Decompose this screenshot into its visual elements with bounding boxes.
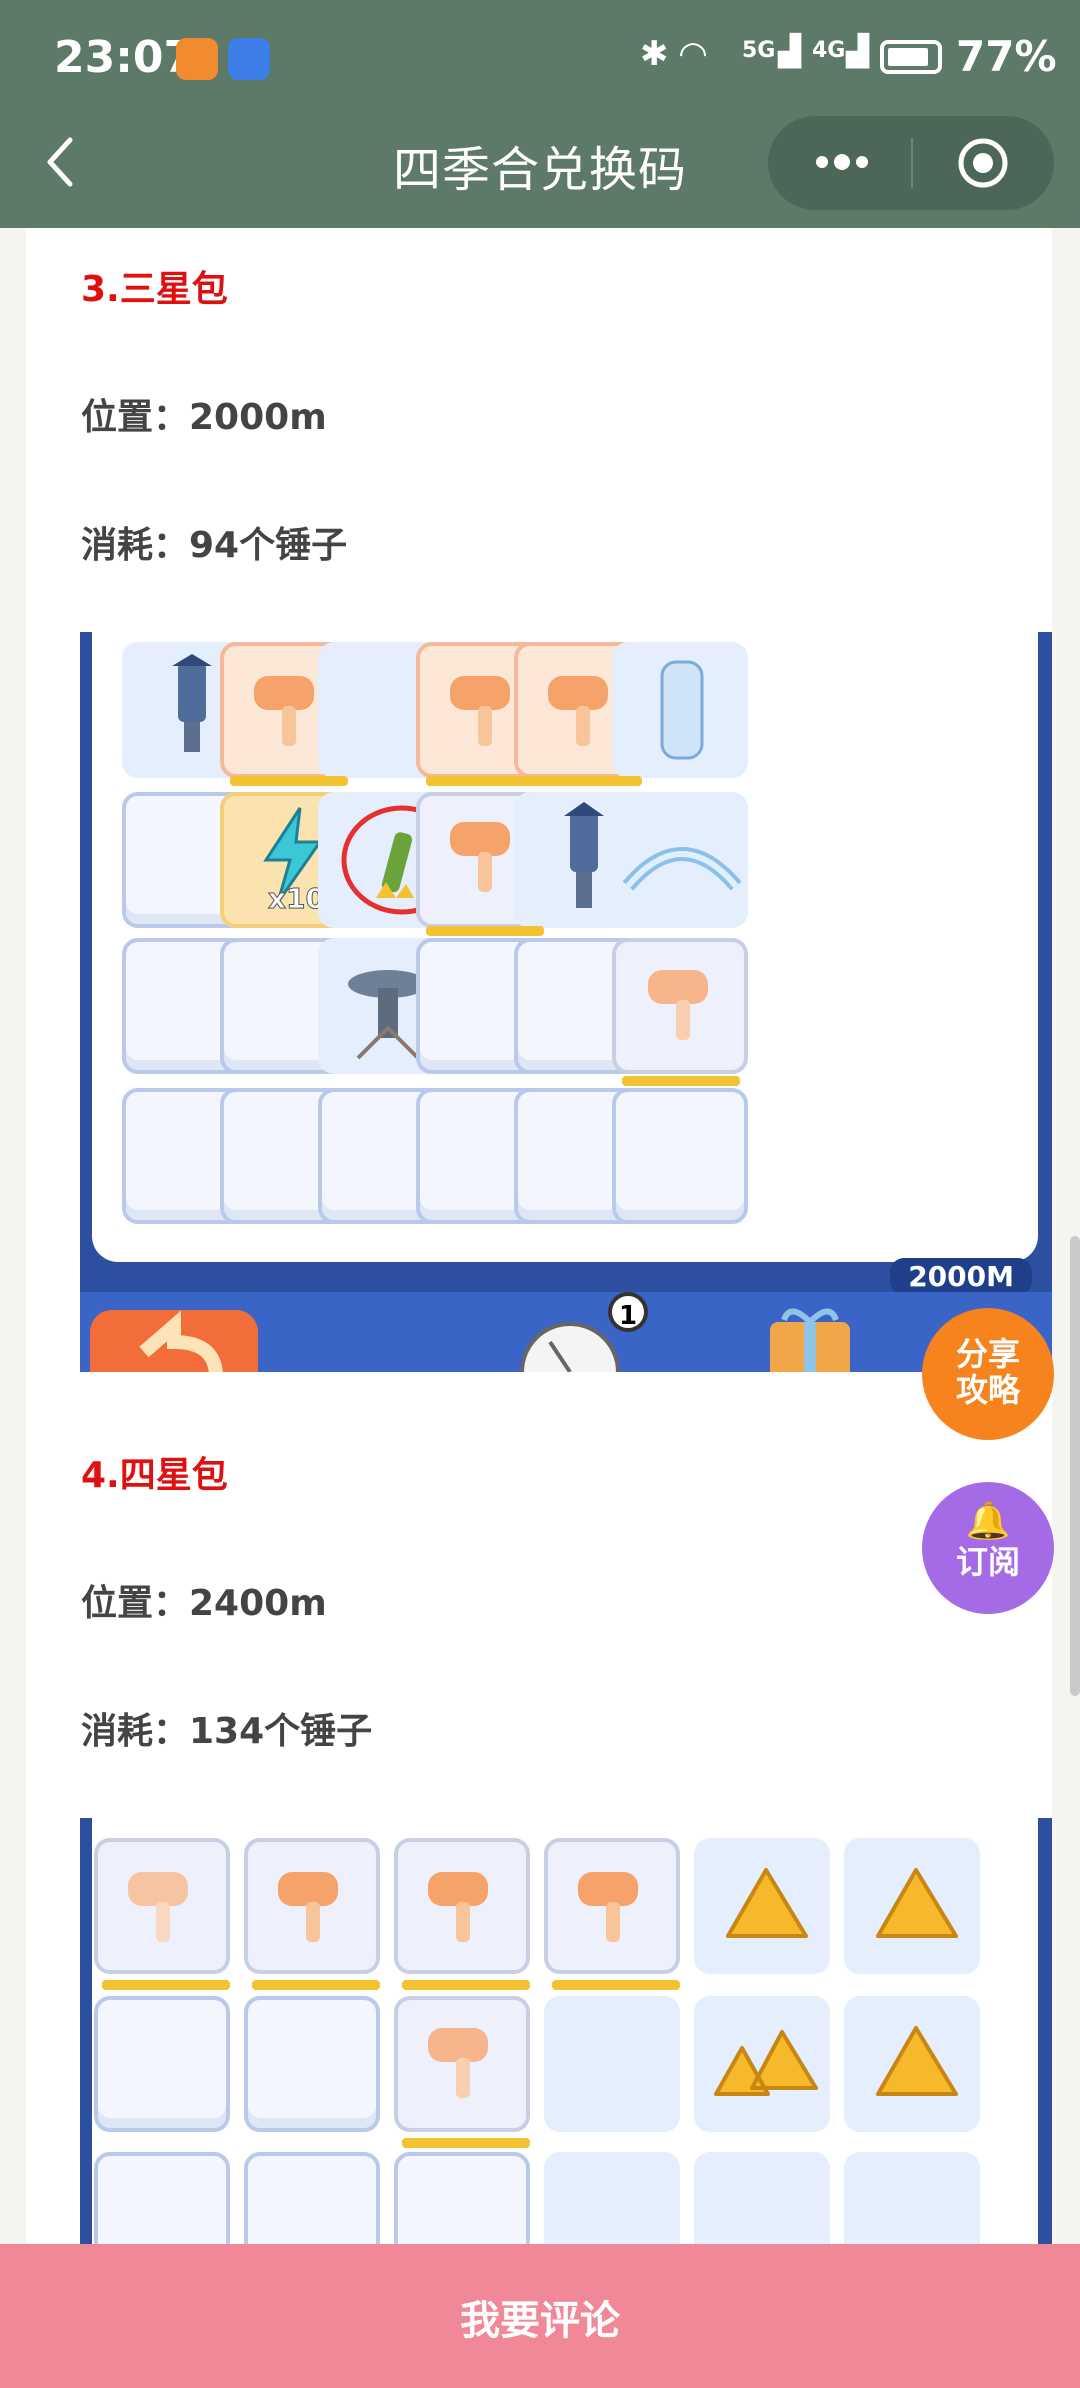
- item-count-label: x10: [267, 882, 326, 916]
- board-cell: [544, 1996, 680, 2132]
- comment-label: 我要评论: [460, 2298, 620, 2344]
- board-cell: [694, 2152, 830, 2258]
- progress-bar: [402, 1980, 530, 1990]
- app-notification-icon: [228, 38, 270, 80]
- more-icon[interactable]: [810, 144, 874, 180]
- signal-icon: ▟: [846, 34, 870, 69]
- share-guide-button[interactable]: 分享 攻略: [922, 1308, 1054, 1440]
- share-label-line2: 攻略: [955, 1371, 1020, 1409]
- article-content: 3.三星包 位置：2000m 消耗：94个锤子 x10 2000M 1 4.四星…: [26, 228, 1052, 2258]
- gold-nugget-icon: [876, 1868, 958, 1938]
- hammer-icon: [428, 2028, 488, 2098]
- section-heading: 3.三星包: [81, 269, 228, 310]
- undo-icon: [90, 1310, 258, 1372]
- hammer-icon: [428, 1872, 488, 1942]
- game-board-screenshot: [80, 1818, 1052, 2258]
- progress-bar: [622, 1076, 740, 1086]
- hammer-icon: [278, 1872, 338, 1942]
- status-time: 23:07: [54, 32, 195, 83]
- network-4g-label: 4G: [812, 38, 846, 63]
- gold-nugget-icon: [876, 2026, 958, 2096]
- board-cell: [544, 2152, 680, 2258]
- section-heading: 4.四星包: [81, 1455, 228, 1496]
- cost-text: 消耗：134个锤子: [81, 1711, 373, 1752]
- battery-level: 77%: [956, 32, 1057, 81]
- progress-bar: [524, 776, 642, 786]
- top-bar: 23:07 ✱ ◠ 5G ▟ 4G ▟ 77% 四季合兑换码: [0, 0, 1080, 228]
- comment-button[interactable]: 我要评论: [0, 2244, 1080, 2388]
- close-mini-program-icon[interactable]: [956, 136, 1010, 190]
- game-board-screenshot: x10 2000M 1: [80, 632, 1052, 1372]
- position-text: 位置：2400m: [81, 1583, 327, 1624]
- cloud-cell: [94, 1996, 230, 2132]
- hammer-icon: [578, 1872, 638, 1942]
- subscribe-button[interactable]: 🔔 订阅: [922, 1482, 1054, 1614]
- cloud-cell: [394, 2152, 530, 2258]
- cloud-cell: [94, 2152, 230, 2258]
- wifi-icon: ◠: [680, 34, 707, 74]
- cloud-cell: [612, 1088, 748, 1224]
- position-text: 位置：2000m: [81, 397, 327, 438]
- network-5g-label: 5G: [742, 38, 776, 63]
- subscribe-label: 订阅: [955, 1543, 1020, 1581]
- cost-text: 消耗：94个锤子: [81, 525, 348, 566]
- capsule-divider: [911, 138, 913, 188]
- board-cell: [844, 2152, 980, 2258]
- ice-pillar-icon: [660, 660, 704, 760]
- bell-icon: 🔔: [965, 1501, 1011, 1542]
- scrollbar[interactable]: [1070, 1236, 1080, 1696]
- progress-bar: [230, 776, 348, 786]
- progress-bar: [552, 1980, 680, 1990]
- progress-bar: [252, 1980, 380, 1990]
- status-bar: 23:07 ✱ ◠ 5G ▟ 4G ▟ 77%: [0, 0, 1080, 120]
- progress-bar: [102, 1980, 230, 1990]
- merge-board: [92, 1818, 1038, 2258]
- notification-badge: 1: [608, 1292, 648, 1332]
- gold-nugget-icon: [726, 1868, 808, 1938]
- share-label-line1: 分享: [955, 1335, 1020, 1373]
- cloud-cell: [244, 2152, 380, 2258]
- signal-icon: ▟: [778, 34, 802, 69]
- hammer-icon: [128, 1872, 188, 1942]
- gold-nugget-pile-icon: [714, 2030, 818, 2096]
- progress-bar: [426, 926, 544, 936]
- app-notification-icon: [176, 38, 218, 80]
- battery-icon: [880, 40, 942, 74]
- cloud-cell: [244, 1996, 380, 2132]
- merge-board: x10: [92, 632, 1038, 1262]
- gift-box-icon: [770, 1308, 850, 1372]
- mini-program-capsule: [768, 116, 1054, 210]
- progress-bar: [402, 2138, 530, 2148]
- distance-marker: 2000M: [890, 1258, 1032, 1295]
- hammer-icon: [648, 970, 708, 1040]
- bluetooth-icon: ✱: [640, 34, 669, 74]
- ice-bridge-icon: [622, 847, 742, 891]
